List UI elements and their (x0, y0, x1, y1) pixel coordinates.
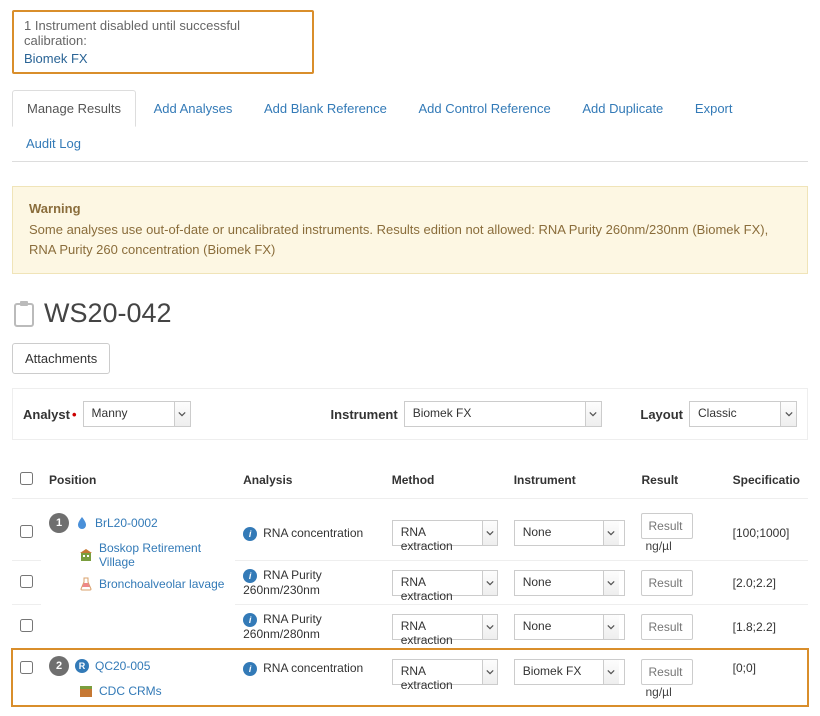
warning-text: Some analyses use out-of-date or uncalib… (29, 220, 791, 259)
location-link[interactable]: CDC CRMs (99, 684, 162, 698)
tab-add-analyses[interactable]: Add Analyses (140, 91, 247, 126)
tab-add-control-reference[interactable]: Add Control Reference (404, 91, 564, 126)
tab-add-blank-reference[interactable]: Add Blank Reference (250, 91, 401, 126)
layout-select[interactable]: Classic (689, 401, 797, 427)
chevron-down-icon (482, 521, 497, 545)
method-select[interactable]: RNA extraction (392, 614, 498, 640)
droplet-icon (75, 516, 89, 530)
col-method: Method (384, 464, 506, 499)
alert-instrument-link[interactable]: Biomek FX (24, 51, 88, 66)
table-row: 2 R QC20-005 CDC CRMs i RNA concentration… (12, 649, 808, 707)
page-title: WS20-042 (44, 298, 172, 329)
spec-value: [0;0] (725, 649, 808, 707)
result-input[interactable] (641, 513, 693, 539)
row-instrument-select[interactable]: None (514, 570, 626, 596)
tab-export[interactable]: Export (681, 91, 747, 126)
chevron-down-icon (603, 571, 619, 595)
position-badge: 1 (49, 513, 69, 533)
analysis-name: RNA concentration (263, 661, 363, 675)
result-input[interactable] (641, 570, 693, 596)
info-icon[interactable]: i (243, 662, 257, 676)
sample-type-link[interactable]: Bronchoalveolar lavage (99, 577, 224, 591)
tab-audit-log[interactable]: Audit Log (12, 126, 95, 161)
tab-manage-results[interactable]: Manage Results (12, 90, 136, 127)
chevron-down-icon (482, 571, 497, 595)
analyst-label: Analyst• (23, 407, 77, 422)
row-checkbox[interactable] (20, 525, 33, 538)
location-link[interactable]: Boskop Retirement Village (99, 541, 227, 569)
ref-icon: R (75, 659, 89, 673)
sample-link[interactable]: QC20-005 (95, 659, 150, 673)
col-instrument: Instrument (506, 464, 634, 499)
clipboard-icon (12, 300, 36, 328)
info-icon[interactable]: i (243, 613, 257, 627)
method-select[interactable]: RNA extraction (392, 659, 498, 685)
chevron-down-icon (174, 402, 190, 426)
unit-label: ng/µl (645, 685, 671, 699)
analysis-name: RNA concentration (263, 526, 363, 540)
row-checkbox[interactable] (20, 575, 33, 588)
method-select[interactable]: RNA extraction (392, 570, 498, 596)
row-instrument-select[interactable]: None (514, 520, 626, 546)
layout-field: Layout Classic (640, 401, 797, 427)
result-input[interactable] (641, 659, 693, 685)
spec-value: [100;1000] (725, 499, 808, 561)
flask-icon (79, 577, 93, 591)
col-specification: Specificatio (725, 464, 808, 499)
warning-panel: Warning Some analyses use out-of-date or… (12, 186, 808, 274)
info-icon[interactable]: i (243, 569, 257, 583)
unit-label: ng/µl (645, 539, 671, 553)
instrument-select[interactable]: Biomek FX (404, 401, 602, 427)
spec-value: [1.8;2.2] (725, 605, 808, 649)
box-icon (79, 684, 93, 698)
instrument-field: Instrument Biomek FX (331, 401, 602, 427)
chevron-down-icon (780, 402, 796, 426)
calibration-alert: 1 Instrument disabled until successful c… (12, 10, 314, 74)
position-badge: 2 (49, 656, 69, 676)
chevron-down-icon (482, 660, 497, 684)
row-checkbox[interactable] (20, 619, 33, 632)
table-row: 1 BrL20-0002 Boskop Retirement Village B… (12, 499, 808, 561)
method-select[interactable]: RNA extraction (392, 520, 498, 546)
tab-add-duplicate[interactable]: Add Duplicate (568, 91, 677, 126)
row-checkbox[interactable] (20, 661, 33, 674)
results-table: Position Analysis Method Instrument Resu… (12, 464, 808, 706)
spec-value: [2.0;2.2] (725, 561, 808, 605)
layout-label: Layout (640, 407, 683, 422)
chevron-down-icon (603, 521, 619, 545)
alert-message: 1 Instrument disabled until successful c… (24, 18, 302, 48)
col-analysis: Analysis (235, 464, 384, 499)
tab-bar: Manage Results Add Analyses Add Blank Re… (12, 90, 808, 162)
chevron-down-icon (585, 402, 601, 426)
analyst-field: Analyst• Manny (23, 401, 191, 427)
result-input[interactable] (641, 614, 693, 640)
analyst-select[interactable]: Manny (83, 401, 191, 427)
attachments-button[interactable]: Attachments (12, 343, 110, 374)
info-icon[interactable]: i (243, 527, 257, 541)
row-instrument-select[interactable]: None (514, 614, 626, 640)
sample-link[interactable]: BrL20-0002 (95, 516, 158, 530)
row-instrument-select[interactable]: Biomek FX (514, 659, 626, 685)
select-all-checkbox[interactable] (20, 472, 33, 485)
chevron-down-icon (603, 615, 619, 639)
chevron-down-icon (482, 615, 497, 639)
warning-title: Warning (29, 201, 791, 216)
col-result: Result (633, 464, 724, 499)
col-position: Position (41, 464, 235, 499)
chevron-down-icon (603, 660, 619, 684)
instrument-label: Instrument (331, 407, 398, 422)
building-icon (79, 548, 93, 562)
